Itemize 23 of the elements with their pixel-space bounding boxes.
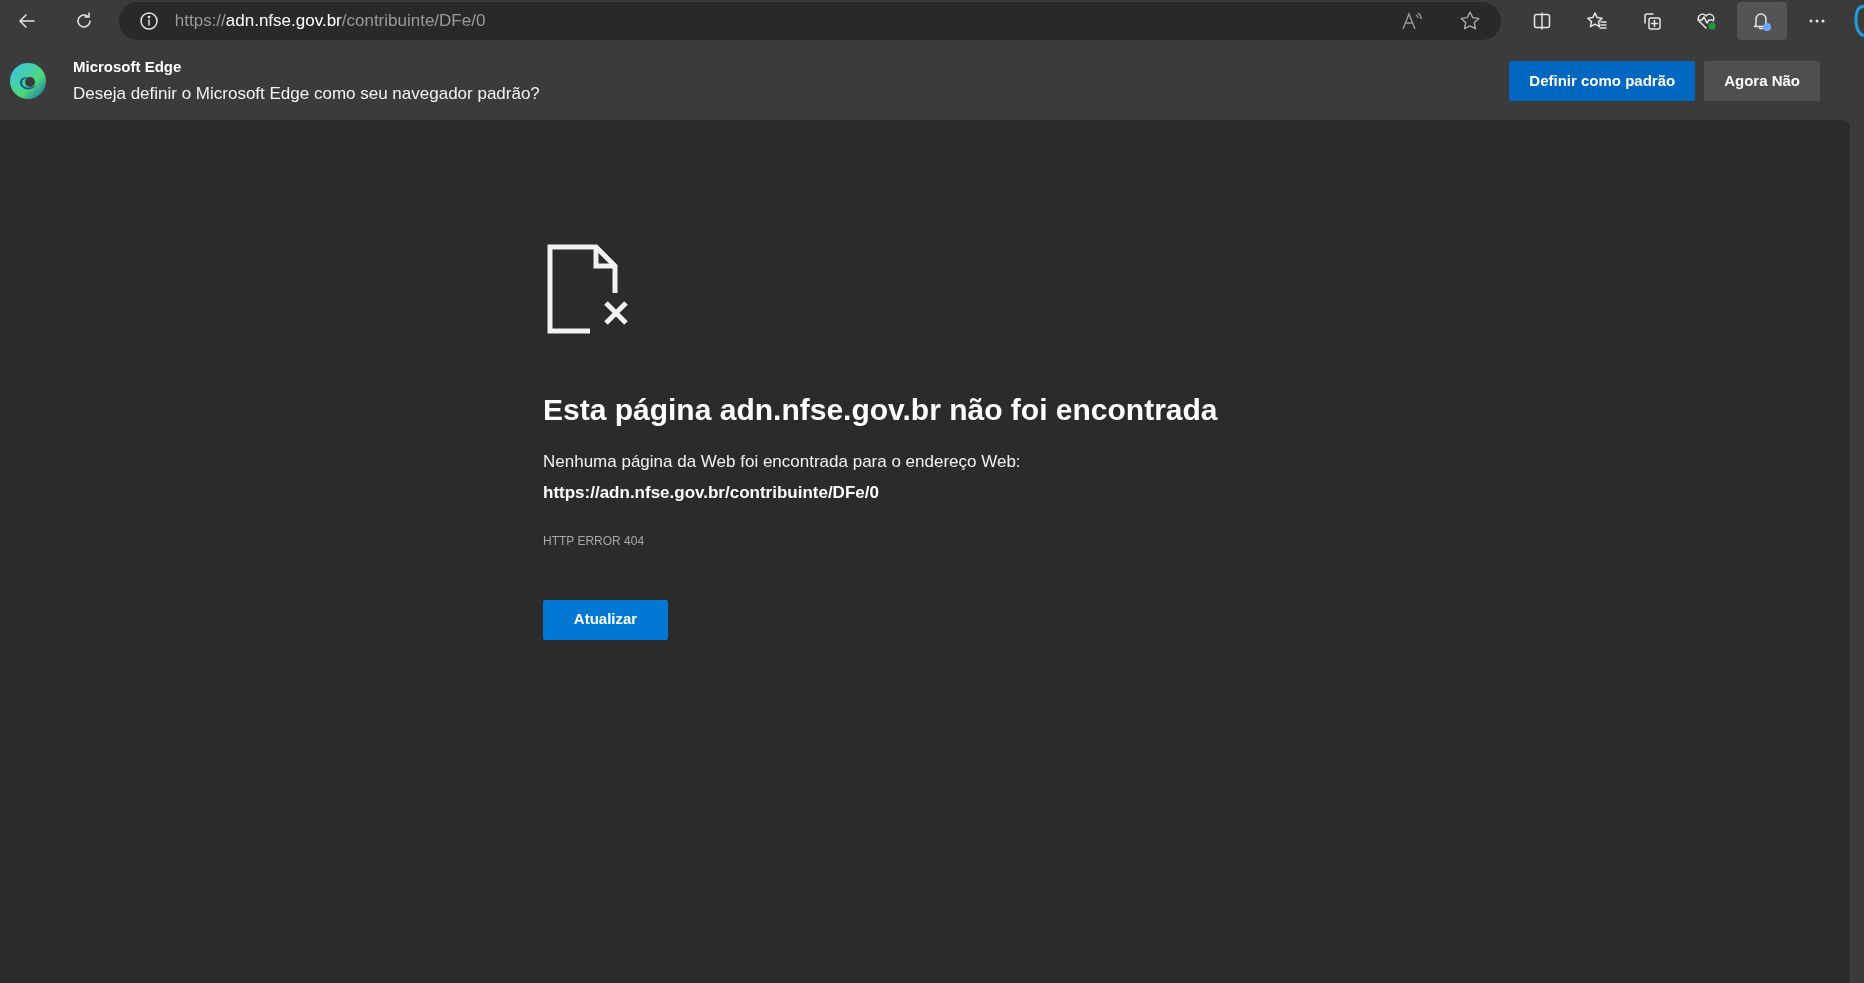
error-heading: Esta página adn.nfse.gov.br não foi encontrada bbox=[543, 392, 1218, 428]
refresh-page-button[interactable]: Atualizar bbox=[543, 599, 668, 640]
more-icon bbox=[1808, 18, 1827, 24]
infobar-message: Deseja definir o Microsoft Edge como seu navegador padrão? bbox=[73, 82, 540, 105]
split-screen-icon bbox=[1532, 11, 1553, 31]
infobar-title: Microsoft Edge bbox=[73, 57, 183, 77]
bell-icon bbox=[1751, 10, 1774, 32]
error-url: https://adn.nfse.gov.br/contribuinte/DFe/0 bbox=[543, 482, 879, 504]
address-bar[interactable]: https://adn.nfse.gov.br/contribuinte/DFe/0 bbox=[118, 2, 1502, 40]
favorite-star-icon bbox=[1459, 10, 1482, 32]
error-code: HTTP ERROR 404 bbox=[543, 532, 645, 550]
read-aloud-icon bbox=[1401, 11, 1424, 31]
info-icon bbox=[138, 11, 159, 31]
error-message: Nenhuma página da Web foi encontrada para o endereço Web: bbox=[543, 450, 1021, 473]
dismiss-button[interactable]: Agora Não bbox=[1704, 61, 1820, 101]
toolbar-button[interactable] bbox=[1737, 2, 1788, 40]
url-text: https://adn.nfse.gov.br/contribuinte/DFe/0 bbox=[174, 10, 486, 33]
copilot-icon bbox=[1854, 4, 1864, 38]
set-default-button[interactable]: Definir como padrão bbox=[1509, 61, 1696, 101]
browser-logo-icon bbox=[8, 61, 48, 101]
back-arrow-icon bbox=[16, 11, 37, 31]
star-list-icon bbox=[1586, 11, 1609, 31]
collections-icon bbox=[1642, 11, 1663, 31]
